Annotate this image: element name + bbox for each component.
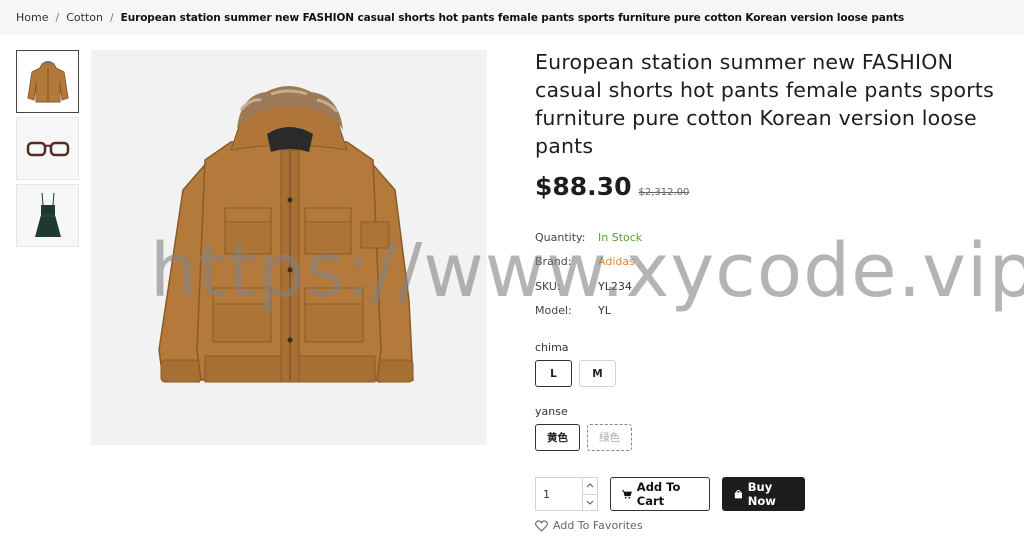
size-option-m[interactable]: M (579, 360, 616, 387)
quantity-stepper (535, 477, 598, 511)
breadcrumb-home[interactable]: Home (16, 11, 48, 24)
breadcrumb-separator: / (109, 11, 114, 24)
color-option-yellow[interactable]: 黄色 (535, 424, 580, 451)
brown-hooded-jacket-image (158, 86, 414, 383)
size-options: L M (535, 360, 1024, 387)
quantity-increase-button[interactable] (583, 478, 597, 494)
breadcrumb: Home / Cotton / European station summer … (0, 0, 1024, 35)
product-meta: Quantity: In Stock Brand: Adidas SKU: YL… (535, 225, 1024, 323)
jacket-thumbnail-icon (26, 60, 69, 102)
color-option-label: yanse (535, 405, 568, 418)
color-option-green[interactable]: 绿色 (587, 424, 632, 451)
thumbnail-jacket[interactable] (16, 50, 79, 113)
stock-status: In Stock (598, 230, 643, 244)
breadcrumb-category[interactable]: Cotton (66, 11, 103, 24)
add-to-cart-label: Add To Cart (636, 480, 681, 508)
dress-thumbnail-icon (34, 192, 61, 237)
model-label: Model: (535, 304, 572, 318)
thumbnail-list (16, 50, 79, 251)
meta-sku: SKU: YL234 (535, 274, 1024, 299)
meta-brand: Brand: Adidas (535, 250, 1024, 275)
thumbnail-dress[interactable] (16, 184, 79, 247)
chevron-up-icon (586, 483, 594, 488)
quantity-decrease-button[interactable] (583, 493, 597, 511)
breadcrumb-current: European station summer new FASHION casu… (120, 11, 905, 24)
thumbnail-glasses[interactable] (16, 117, 79, 180)
buy-now-button[interactable]: Buy Now (722, 477, 805, 511)
main-product-image[interactable] (91, 50, 487, 445)
breadcrumb-separator: / (55, 11, 60, 24)
price-row: $88.30 $2,312.00 (535, 172, 1024, 201)
buy-now-label: Buy Now (747, 480, 776, 508)
size-option-label: chima (535, 341, 569, 354)
sku-value: YL234 (598, 279, 632, 293)
add-to-favorites-link[interactable]: Add To Favorites (535, 519, 1024, 532)
favorites-label: Add To Favorites (553, 519, 643, 532)
product-title: European station summer new FASHION casu… (535, 50, 995, 158)
size-option-l[interactable]: L (535, 360, 572, 387)
meta-quantity: Quantity: In Stock (535, 225, 1024, 250)
product-info: European station summer new FASHION casu… (535, 48, 1024, 532)
model-value: YL (598, 304, 611, 318)
cart-icon (622, 489, 632, 499)
heart-icon (535, 519, 548, 532)
quantity-steps (582, 478, 597, 510)
glasses-thumbnail-icon (26, 141, 69, 156)
meta-model: Model: YL (535, 299, 1024, 324)
cart-row: Add To Cart Buy Now (535, 477, 1024, 511)
chevron-down-icon (586, 500, 594, 505)
color-options: 黄色 绿色 (535, 424, 1024, 451)
brand-value[interactable]: Adidas (598, 255, 635, 268)
add-to-cart-button[interactable]: Add To Cart (610, 477, 710, 511)
product-price: $88.30 (535, 172, 632, 201)
shopping-bag-icon (734, 489, 742, 499)
sku-label: SKU: (535, 279, 561, 293)
quantity-input[interactable] (536, 478, 582, 510)
old-price: $2,312.00 (638, 187, 690, 198)
brand-label: Brand: (535, 255, 572, 269)
quantity-label: Quantity: (535, 230, 586, 244)
